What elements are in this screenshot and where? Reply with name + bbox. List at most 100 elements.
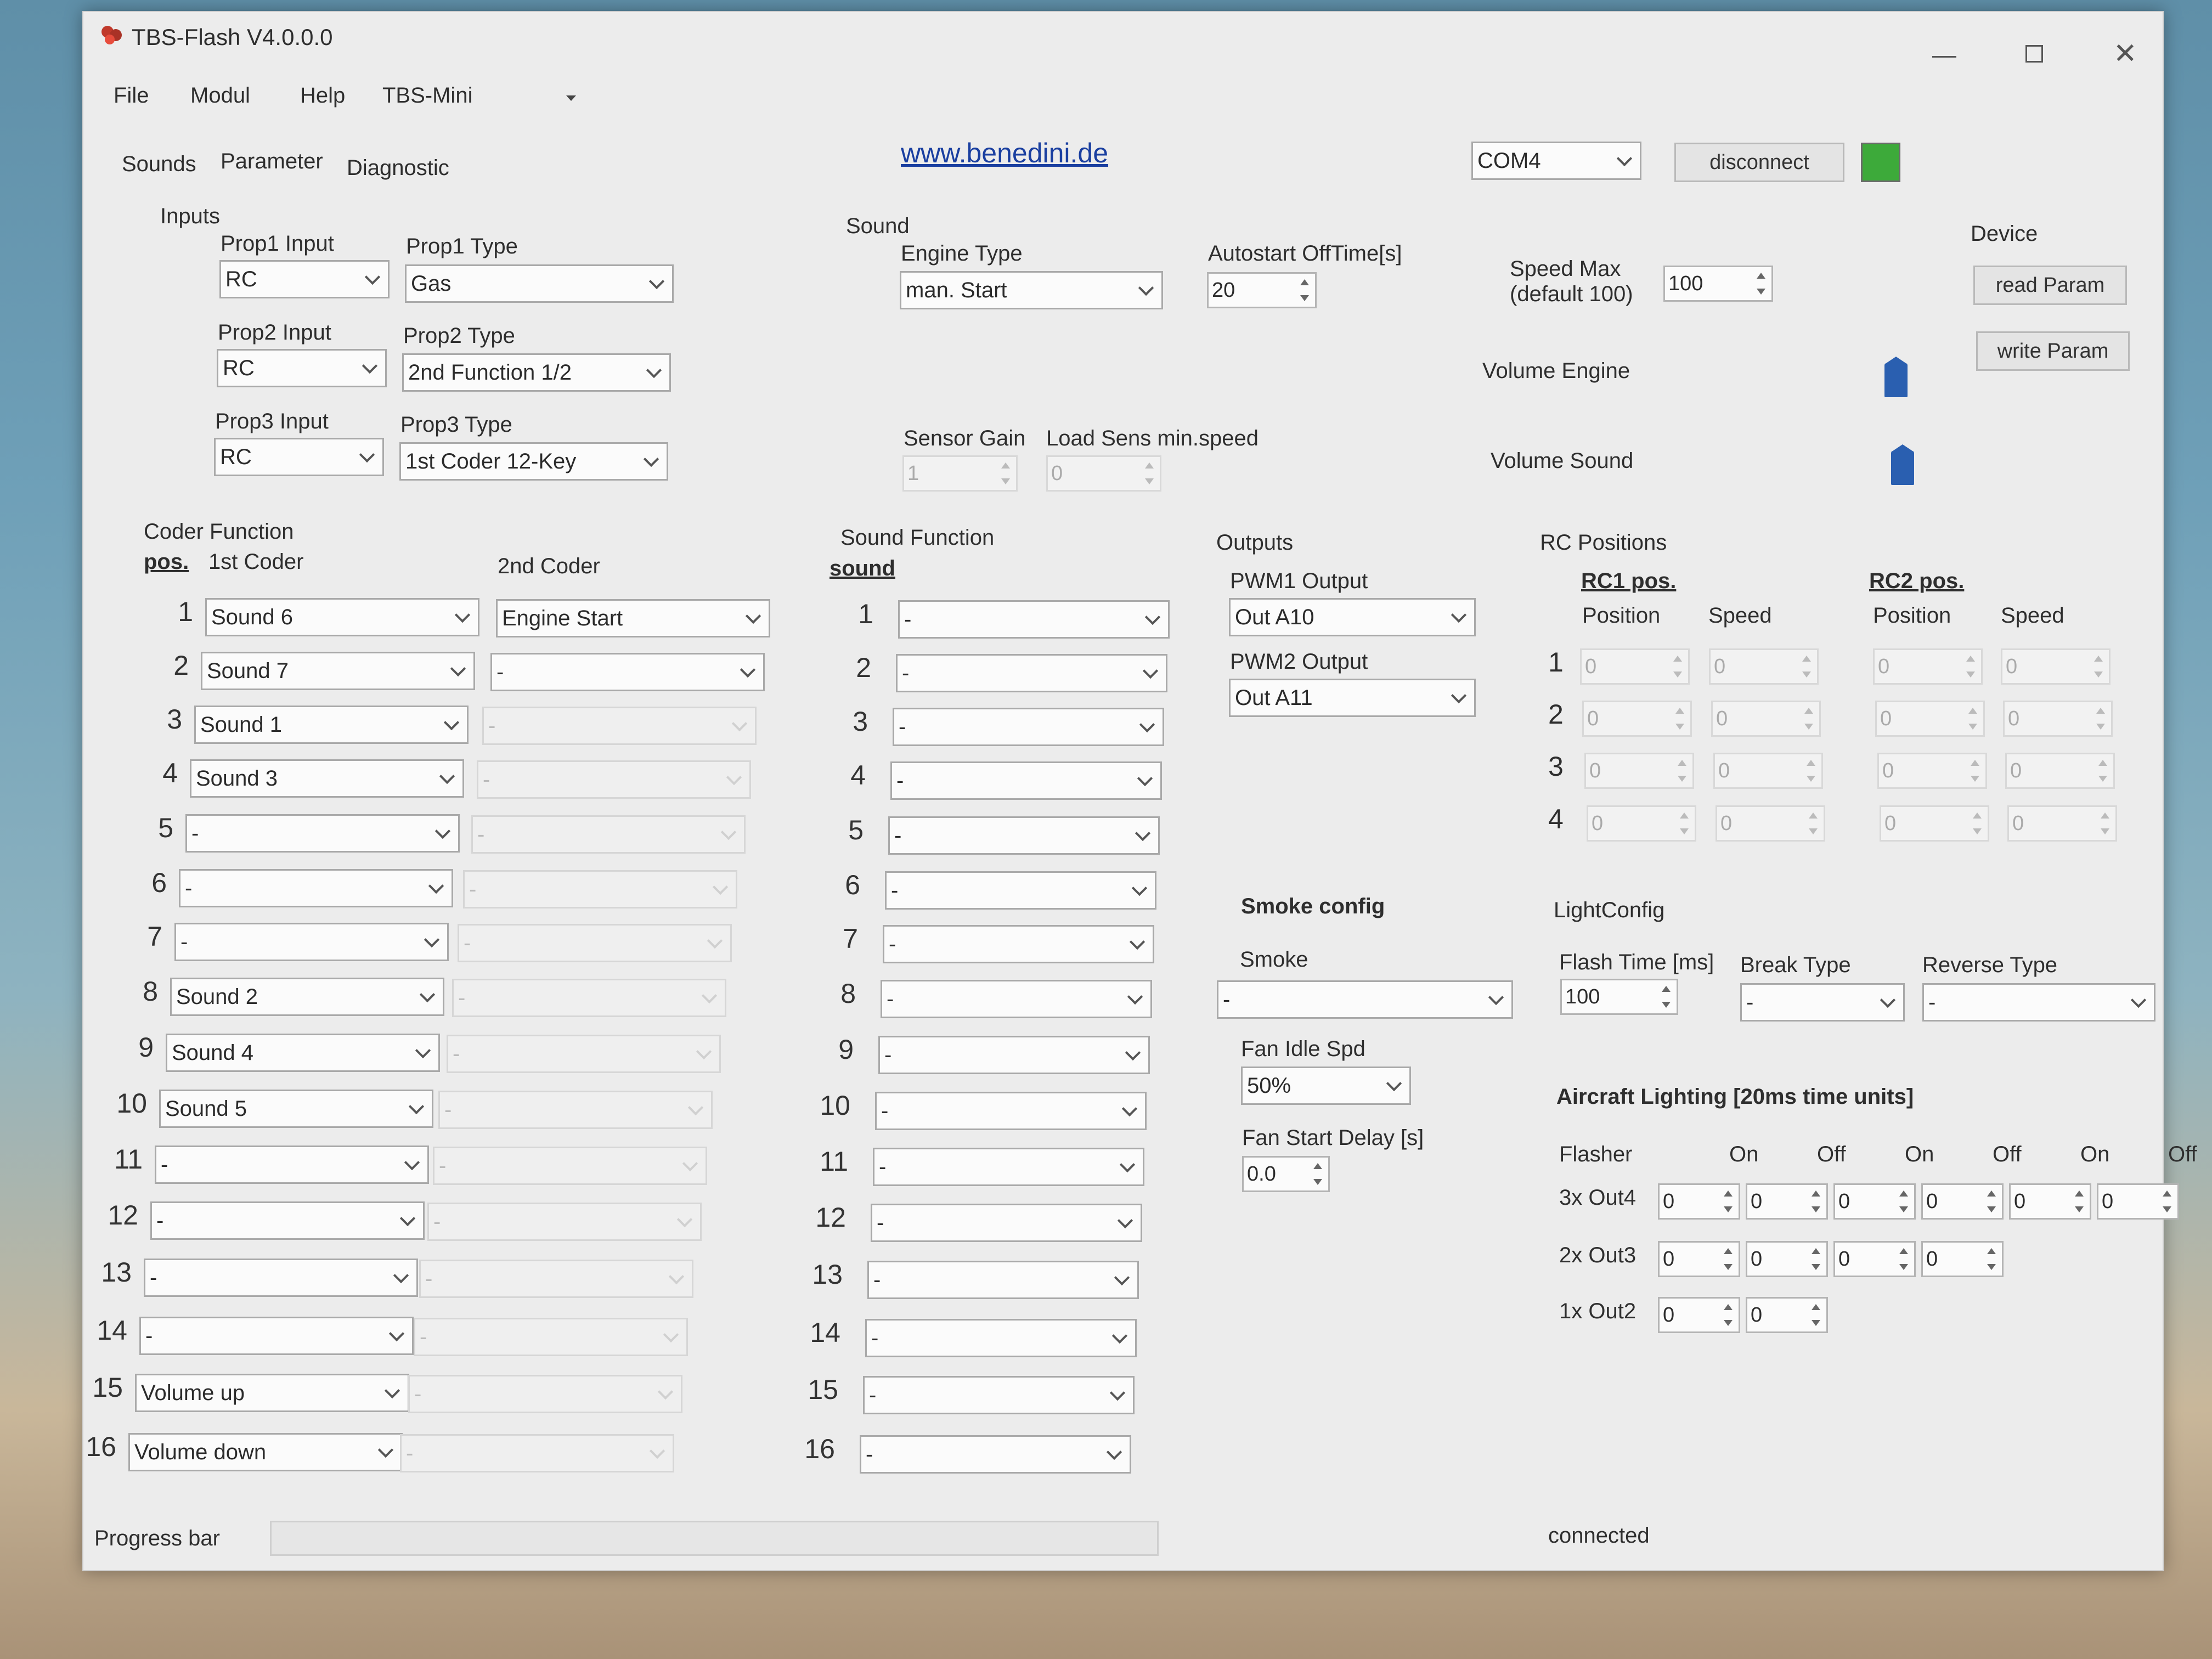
rc1-position-spinner[interactable]: 0 [1584, 753, 1694, 789]
aircraft-timing-spinner[interactable]: 0 [1658, 1297, 1740, 1333]
minimize-icon[interactable] [1932, 56, 1956, 58]
prop3-input-select[interactable]: RC [214, 438, 384, 476]
rc1-speed-spinner[interactable]: 0 [1709, 648, 1819, 685]
first-coder-select[interactable]: - [185, 814, 460, 853]
second-coder-select[interactable]: - [400, 1434, 674, 1472]
sound-function-select[interactable]: - [871, 1204, 1142, 1242]
first-coder-select[interactable]: - [144, 1259, 418, 1297]
aircraft-timing-spinner[interactable]: 0 [1833, 1183, 1916, 1220]
second-coder-select[interactable]: - [408, 1375, 682, 1413]
menu-help[interactable]: Help [300, 83, 345, 108]
fan-idle-select[interactable]: 50% [1241, 1066, 1411, 1105]
sound-function-select[interactable]: - [883, 925, 1154, 963]
spinner-arrows-icon[interactable] [2097, 809, 2113, 838]
sound-function-select[interactable]: - [881, 980, 1152, 1018]
rc2-position-spinner[interactable]: 0 [1880, 805, 1989, 842]
second-coder-select[interactable]: - [414, 1318, 688, 1356]
prop2-type-select[interactable]: 2nd Function 1/2 [402, 353, 671, 392]
first-coder-select[interactable]: Sound 7 [201, 652, 475, 690]
second-coder-select[interactable]: - [458, 924, 732, 962]
aircraft-timing-spinner[interactable]: 0 [2009, 1183, 2091, 1220]
aircraft-timing-spinner[interactable]: 0 [1658, 1241, 1740, 1277]
sound-function-select[interactable]: - [875, 1092, 1147, 1130]
second-coder-select[interactable]: - [490, 653, 765, 691]
menu-dropdown-icon[interactable] [566, 95, 576, 101]
aircraft-timing-spinner[interactable]: 0 [1921, 1241, 2004, 1277]
load-sens-spinner[interactable]: 0 [1046, 455, 1161, 492]
aircraft-timing-spinner[interactable]: 0 [1746, 1183, 1828, 1220]
spinner-arrows-icon[interactable] [1969, 809, 1985, 838]
sound-function-select[interactable]: - [878, 1036, 1150, 1074]
aircraft-timing-spinner[interactable]: 0 [1746, 1241, 1828, 1277]
aircraft-timing-spinner[interactable]: 0 [1746, 1297, 1828, 1333]
rc2-position-spinner[interactable]: 0 [1877, 753, 1987, 789]
second-coder-select[interactable]: - [471, 815, 746, 854]
rc1-speed-spinner[interactable]: 0 [1713, 753, 1823, 789]
sound-function-select[interactable]: - [890, 761, 1162, 800]
spinner-arrows-icon[interactable] [1983, 1187, 2000, 1216]
sound-function-select[interactable]: - [873, 1148, 1144, 1186]
spinner-arrows-icon[interactable] [1801, 704, 1817, 733]
volume-sound-slider[interactable] [1891, 444, 1914, 485]
second-coder-select[interactable]: - [433, 1147, 707, 1185]
first-coder-select[interactable]: Sound 3 [190, 759, 464, 798]
second-coder-select[interactable]: - [419, 1260, 693, 1298]
spinner-arrows-icon[interactable] [1141, 459, 1158, 488]
rc2-speed-spinner[interactable]: 0 [2007, 805, 2117, 842]
rc1-position-spinner[interactable]: 0 [1580, 648, 1690, 685]
smoke-select[interactable]: - [1217, 980, 1513, 1019]
rc1-position-spinner[interactable]: 0 [1587, 805, 1696, 842]
first-coder-select[interactable]: Volume down [128, 1433, 403, 1471]
close-icon[interactable]: ✕ [2113, 40, 2137, 68]
menu-tbs-mini[interactable]: TBS-Mini [382, 83, 472, 108]
aircraft-timing-spinner[interactable]: 0 [2097, 1183, 2179, 1220]
write-param-button[interactable]: write Param [1976, 331, 2130, 371]
first-coder-select[interactable]: Sound 2 [170, 978, 444, 1016]
second-coder-select[interactable]: - [452, 979, 726, 1017]
second-coder-select[interactable]: - [447, 1035, 721, 1073]
spinner-arrows-icon[interactable] [2090, 652, 2107, 681]
aircraft-timing-spinner[interactable]: 0 [1833, 1241, 1916, 1277]
spinner-arrows-icon[interactable] [2092, 704, 2109, 733]
sound-function-select[interactable]: - [860, 1435, 1131, 1474]
sound-function-select[interactable]: - [885, 871, 1156, 910]
spinner-arrows-icon[interactable] [1962, 652, 1979, 681]
speed-max-spinner[interactable]: 100 [1663, 266, 1773, 302]
first-coder-select[interactable]: Sound 1 [194, 706, 469, 744]
spinner-arrows-icon[interactable] [1658, 983, 1674, 1011]
break-type-select[interactable]: - [1740, 983, 1905, 1022]
spinner-arrows-icon[interactable] [997, 459, 1014, 488]
prop2-input-select[interactable]: RC [217, 349, 387, 387]
tab-parameter[interactable]: Parameter [221, 149, 323, 174]
pwm2-output-select[interactable]: Out A11 [1229, 679, 1476, 717]
spinner-arrows-icon[interactable] [1808, 1245, 1824, 1273]
spinner-arrows-icon[interactable] [2071, 1187, 2087, 1216]
sound-function-select[interactable]: - [867, 1261, 1139, 1299]
spinner-arrows-icon[interactable] [1720, 1187, 1736, 1216]
spinner-arrows-icon[interactable] [1753, 269, 1769, 298]
second-coder-select[interactable]: - [477, 760, 751, 799]
sound-function-select[interactable]: - [865, 1319, 1137, 1357]
second-coder-select[interactable]: - [482, 707, 757, 745]
second-coder-select[interactable]: - [438, 1091, 713, 1129]
sound-function-select[interactable]: - [888, 816, 1160, 855]
spinner-arrows-icon[interactable] [1803, 757, 1819, 785]
first-coder-select[interactable]: Sound 6 [205, 598, 479, 636]
aircraft-timing-spinner[interactable]: 0 [1921, 1183, 2004, 1220]
first-coder-select[interactable]: Sound 4 [166, 1034, 440, 1072]
spinner-arrows-icon[interactable] [1674, 757, 1690, 785]
aircraft-timing-spinner[interactable]: 0 [1658, 1183, 1740, 1220]
spinner-arrows-icon[interactable] [1895, 1245, 1912, 1273]
spinner-arrows-icon[interactable] [1798, 652, 1815, 681]
volume-engine-slider[interactable] [1884, 357, 1908, 397]
first-coder-select[interactable]: Sound 5 [159, 1090, 433, 1128]
spinner-arrows-icon[interactable] [1808, 1301, 1824, 1329]
spinner-arrows-icon[interactable] [1895, 1187, 1912, 1216]
flash-time-spinner[interactable]: 100 [1560, 979, 1678, 1015]
rc2-speed-spinner[interactable]: 0 [2003, 701, 2113, 737]
sound-function-select[interactable]: - [896, 654, 1167, 692]
com-port-select[interactable]: COM4 [1471, 142, 1641, 180]
spinner-arrows-icon[interactable] [1805, 809, 1821, 838]
spinner-arrows-icon[interactable] [1983, 1245, 2000, 1273]
spinner-arrows-icon[interactable] [2159, 1187, 2175, 1216]
